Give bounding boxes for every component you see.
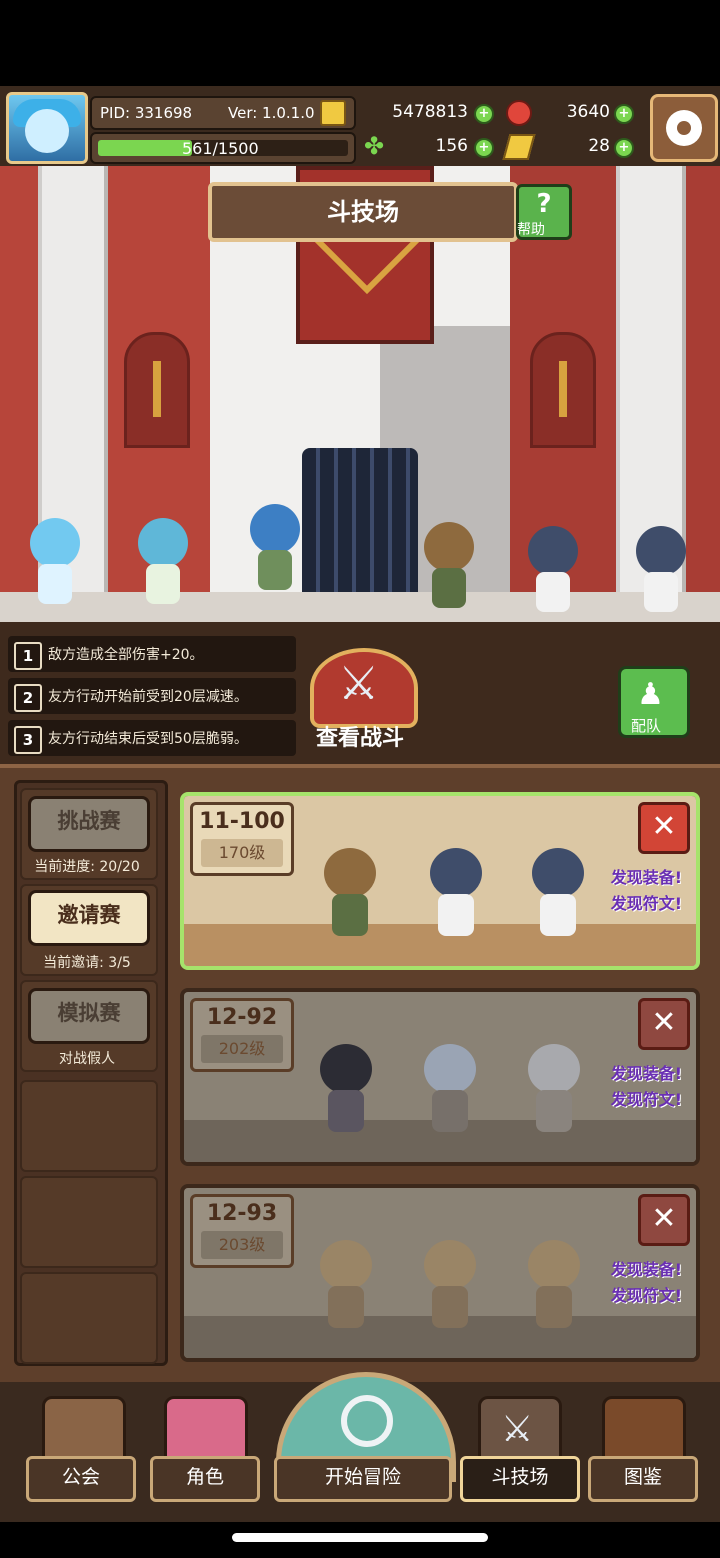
challenge-mode-button[interactable]: 挑战赛 [28, 796, 150, 852]
stamina-panel: 561/1500 [90, 132, 356, 164]
rule-number: 3 [14, 726, 42, 754]
rule-text: 敌方造成全部伤害+20。 [48, 647, 204, 663]
stamina-fill [98, 140, 192, 156]
pid-text: PID: 331698 [100, 104, 193, 122]
invitational-count: 当前邀请: 3/5 [43, 955, 131, 971]
id-panel: PID: 331698 Ver: 1.0.1.0 [90, 96, 356, 130]
nav-arena[interactable]: 斗技场 [460, 1456, 580, 1502]
gem-icon [506, 100, 532, 126]
found-equipment-text: 发现装备! [610, 1260, 682, 1279]
view-battle-label: 查看战斗 [315, 726, 404, 751]
opponent-character [306, 1230, 386, 1336]
rule-row: 1 敌方造成全部伤害+20。 [8, 636, 296, 672]
nav-guild[interactable]: 公会 [26, 1456, 136, 1502]
opponent-character [416, 838, 496, 944]
crossed-swords-icon [310, 648, 418, 728]
opponent-character [518, 838, 598, 944]
opponent-character [310, 838, 390, 944]
help-button[interactable]: ? 帮助 [516, 184, 572, 240]
ticket-plus-icon[interactable]: + [614, 138, 634, 158]
team-label: 配队 [631, 717, 662, 735]
help-label: 帮助 [517, 222, 545, 238]
rule-text: 友方行动结束后受到50层脆弱。 [48, 731, 248, 747]
opponent-rank: 12-92 [206, 1005, 278, 1030]
mode-slot [20, 1176, 158, 1268]
rule-row: 2 友方行动开始前受到20层减速。 [8, 678, 296, 714]
gold-amount: 5478813 [392, 102, 468, 122]
magnifier-icon [341, 1395, 393, 1447]
close-icon[interactable]: ✕ [638, 1194, 690, 1246]
opponent-character [410, 1230, 490, 1336]
mode-slot [20, 1080, 158, 1172]
opponent-character [306, 1034, 386, 1140]
opponent-rank-badge: 12-93 203级 [190, 1194, 294, 1268]
opponent-card[interactable]: 12-93 203级 ✕ 发现装备! 发现符文! [180, 1184, 700, 1362]
found-equipment-text: 发现装备! [610, 868, 682, 887]
ally-character [120, 508, 206, 608]
simulation-subtitle: 对战假人 [59, 1051, 115, 1067]
enemy-character [406, 512, 492, 612]
opponent-level: 170级 [201, 839, 283, 867]
clover-plus-icon[interactable]: + [474, 138, 494, 158]
sword-niche-left [124, 332, 190, 448]
arena-title: 斗技场 [208, 182, 518, 242]
opponent-character [514, 1230, 594, 1336]
view-battle-button[interactable]: 查看战斗 [296, 638, 424, 754]
scene-floor [0, 592, 720, 622]
crossed-swords-icon: ⚔ [501, 1409, 534, 1450]
nav-start-adventure[interactable]: 开始冒险 [274, 1456, 452, 1502]
close-icon[interactable]: ✕ [638, 802, 690, 854]
rule-number: 2 [14, 684, 42, 712]
gold-plus-icon[interactable]: + [474, 104, 494, 124]
opponent-card[interactable]: 12-92 202级 ✕ 发现装备! 发现符文! [180, 988, 700, 1166]
opponent-level: 203级 [201, 1231, 283, 1259]
enemy-character [510, 516, 596, 616]
opponent-rank-badge: 11-100 170级 [190, 802, 294, 876]
mode-slot [20, 1272, 158, 1364]
ticket-amount: 28 [588, 136, 610, 156]
nav-codex[interactable]: 图鉴 [588, 1456, 698, 1502]
opponent-rank: 11-100 [199, 809, 285, 834]
found-rune-text: 发现符文! [610, 894, 682, 913]
enemy-character [618, 516, 704, 616]
found-rune-text: 发现符文! [610, 1090, 682, 1109]
clover-icon: ✤ [364, 132, 385, 160]
player-avatar[interactable] [6, 92, 88, 164]
simulation-mode-button[interactable]: 模拟赛 [28, 988, 150, 1044]
opponent-level: 202级 [201, 1035, 283, 1063]
close-icon[interactable]: ✕ [638, 998, 690, 1050]
gold-coin-icon [320, 100, 346, 126]
rule-text: 友方行动开始前受到20层减速。 [48, 689, 248, 705]
stamina-text: 561/1500 [182, 139, 259, 158]
opponent-character [514, 1034, 594, 1140]
version-text: Ver: 1.0.1.0 [228, 104, 315, 122]
opponent-rank-badge: 12-92 202级 [190, 998, 294, 1072]
invitational-mode-button[interactable]: 邀请赛 [28, 890, 150, 946]
rule-number: 1 [14, 642, 42, 670]
team-icon: ♟ [637, 677, 664, 712]
ally-character [12, 508, 98, 608]
challenge-progress: 当前进度: 20/20 [34, 859, 140, 875]
ally-character [232, 494, 318, 594]
opponent-character [410, 1034, 490, 1140]
nav-character[interactable]: 角色 [150, 1456, 260, 1502]
settings-gear-icon[interactable] [650, 94, 718, 162]
clover-amount: 156 [435, 136, 468, 156]
found-equipment-text: 发现装备! [610, 1064, 682, 1083]
opponent-card[interactable]: 11-100 170级 ✕ 发现装备! 发现符文! [180, 792, 700, 970]
sword-niche-right [530, 332, 596, 448]
gem-plus-icon[interactable]: + [614, 104, 634, 124]
home-indicator[interactable] [232, 1533, 488, 1542]
found-rune-text: 发现符文! [610, 1286, 682, 1305]
team-button[interactable]: ♟ 配队 [618, 666, 690, 738]
rule-row: 3 友方行动结束后受到50层脆弱。 [8, 720, 296, 756]
question-icon: ? [536, 189, 552, 219]
opponent-rank: 12-93 [206, 1201, 278, 1226]
gem-amount: 3640 [566, 102, 610, 122]
